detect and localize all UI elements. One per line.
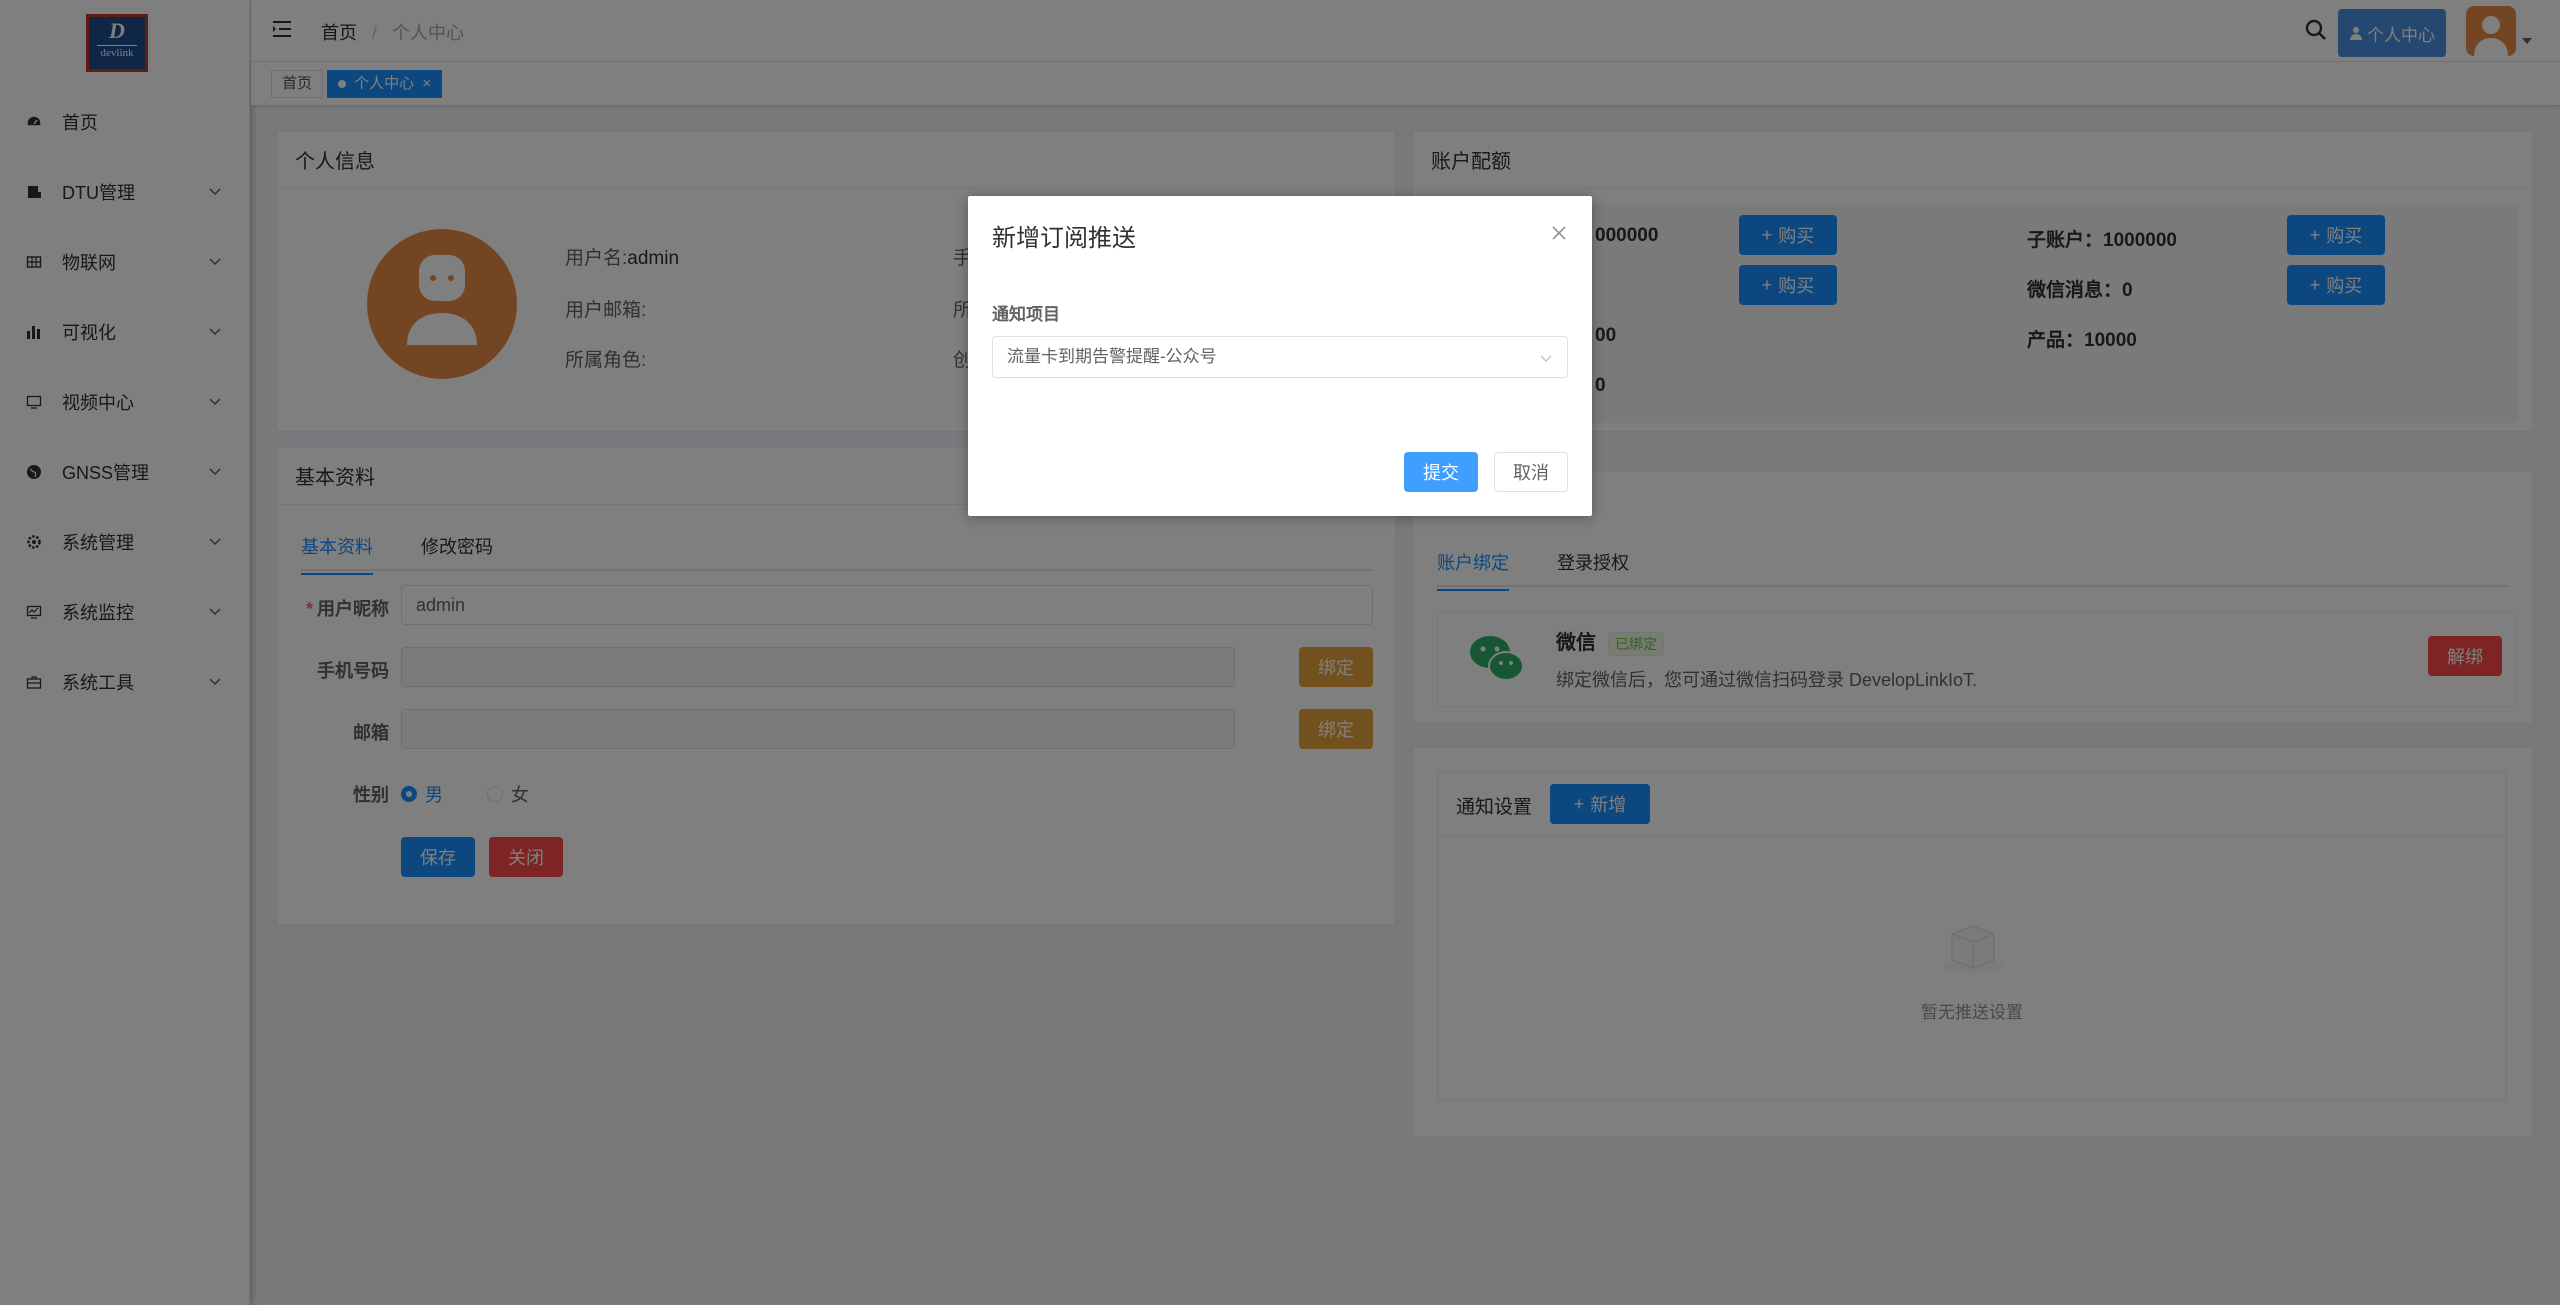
notify-item-label: 通知项目 (992, 305, 1060, 324)
select-value: 流量卡到期告警提醒-公众号 (1007, 347, 1217, 366)
chevron-down-icon (1540, 355, 1552, 363)
submit-button[interactable]: 提交 (1404, 452, 1478, 492)
notify-item-select[interactable]: 流量卡到期告警提醒-公众号 (992, 336, 1568, 378)
cancel-button[interactable]: 取消 (1494, 452, 1568, 492)
dialog-title: 新增订阅推送 (992, 225, 1136, 252)
add-subscription-dialog: 新增订阅推送 通知项目 流量卡到期告警提醒-公众号 提交 取消 (968, 196, 1592, 516)
close-icon[interactable] (1550, 224, 1568, 242)
